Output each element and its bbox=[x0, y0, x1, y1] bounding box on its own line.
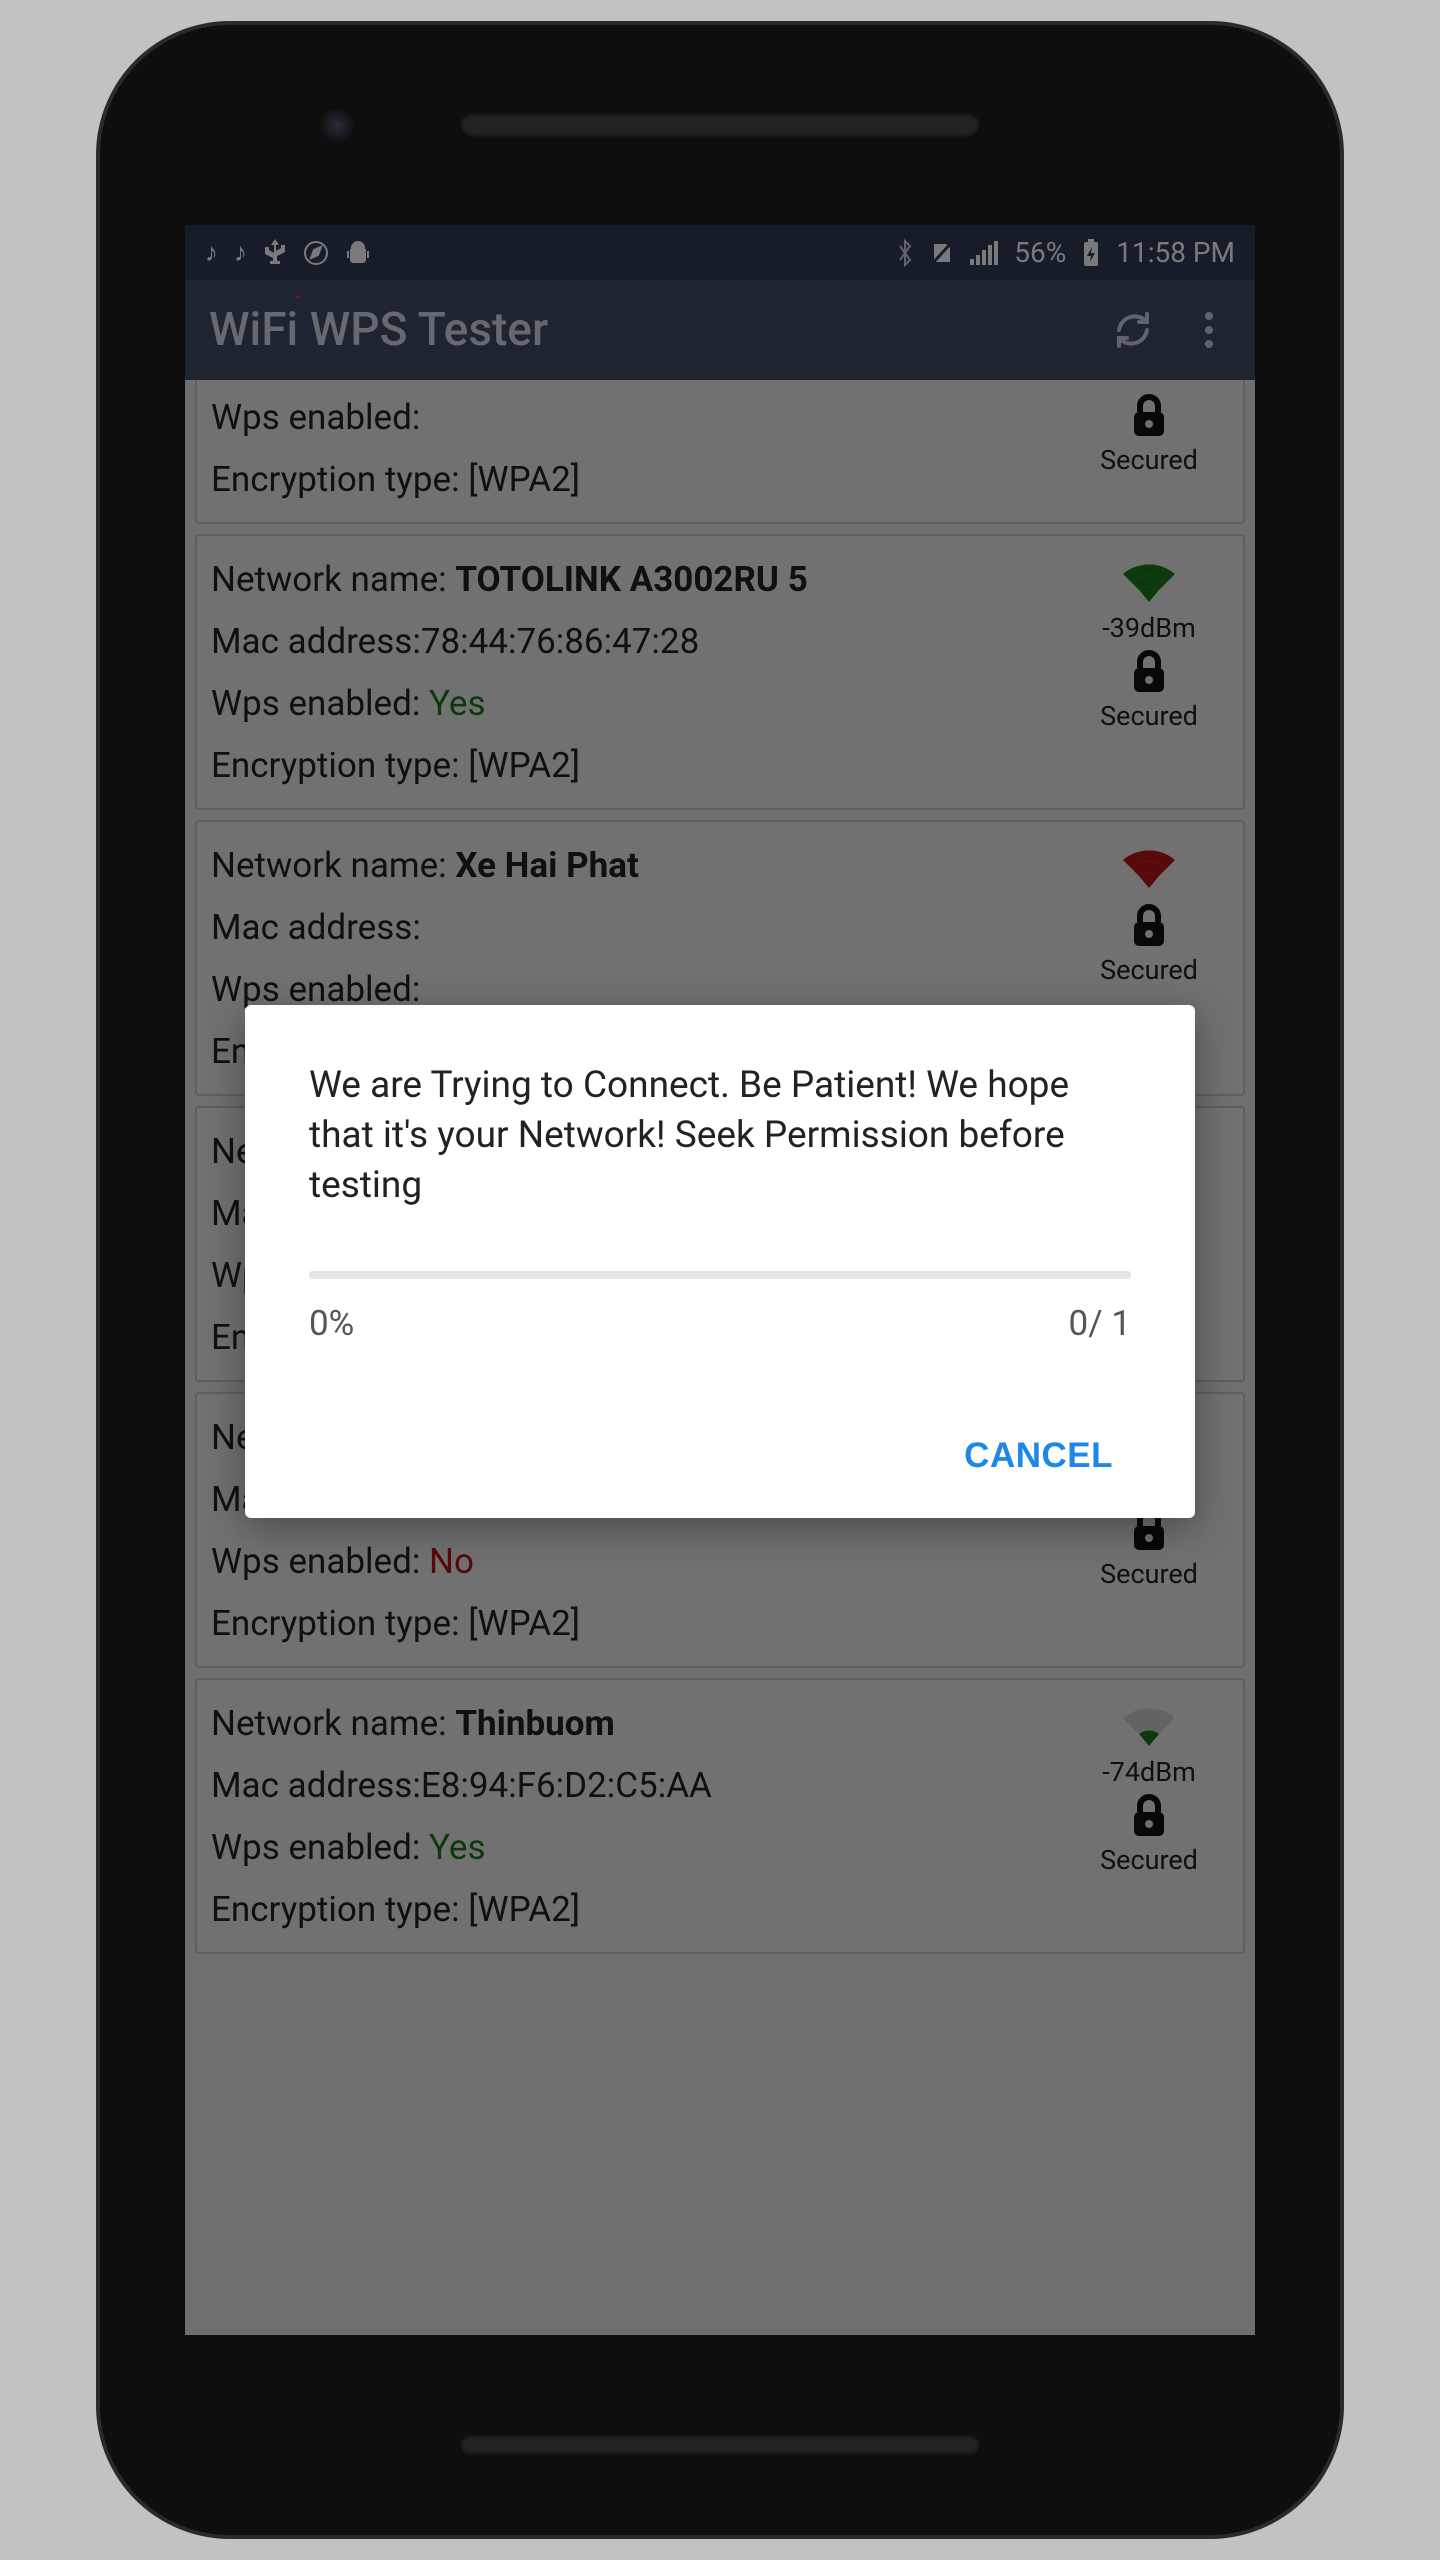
phone-frame: ♪ ♪ bbox=[100, 25, 1340, 2535]
connect-dialog: We are Trying to Connect. Be Pa­tient! W… bbox=[245, 1005, 1195, 1518]
progress-bar bbox=[309, 1271, 1131, 1279]
screen: ♪ ♪ bbox=[185, 225, 1255, 2335]
phone-bottom bbox=[100, 2335, 1340, 2535]
progress-count: 0/ 1 bbox=[1069, 1303, 1131, 1344]
front-camera bbox=[320, 108, 354, 142]
phone-top bbox=[100, 25, 1340, 225]
progress-percent: 0% bbox=[309, 1303, 354, 1344]
earpiece-speaker bbox=[460, 113, 980, 137]
bottom-speaker bbox=[460, 2435, 980, 2455]
cancel-button[interactable]: CANCEL bbox=[946, 1424, 1131, 1488]
dialog-message: We are Trying to Connect. Be Pa­tient! W… bbox=[309, 1061, 1131, 1211]
